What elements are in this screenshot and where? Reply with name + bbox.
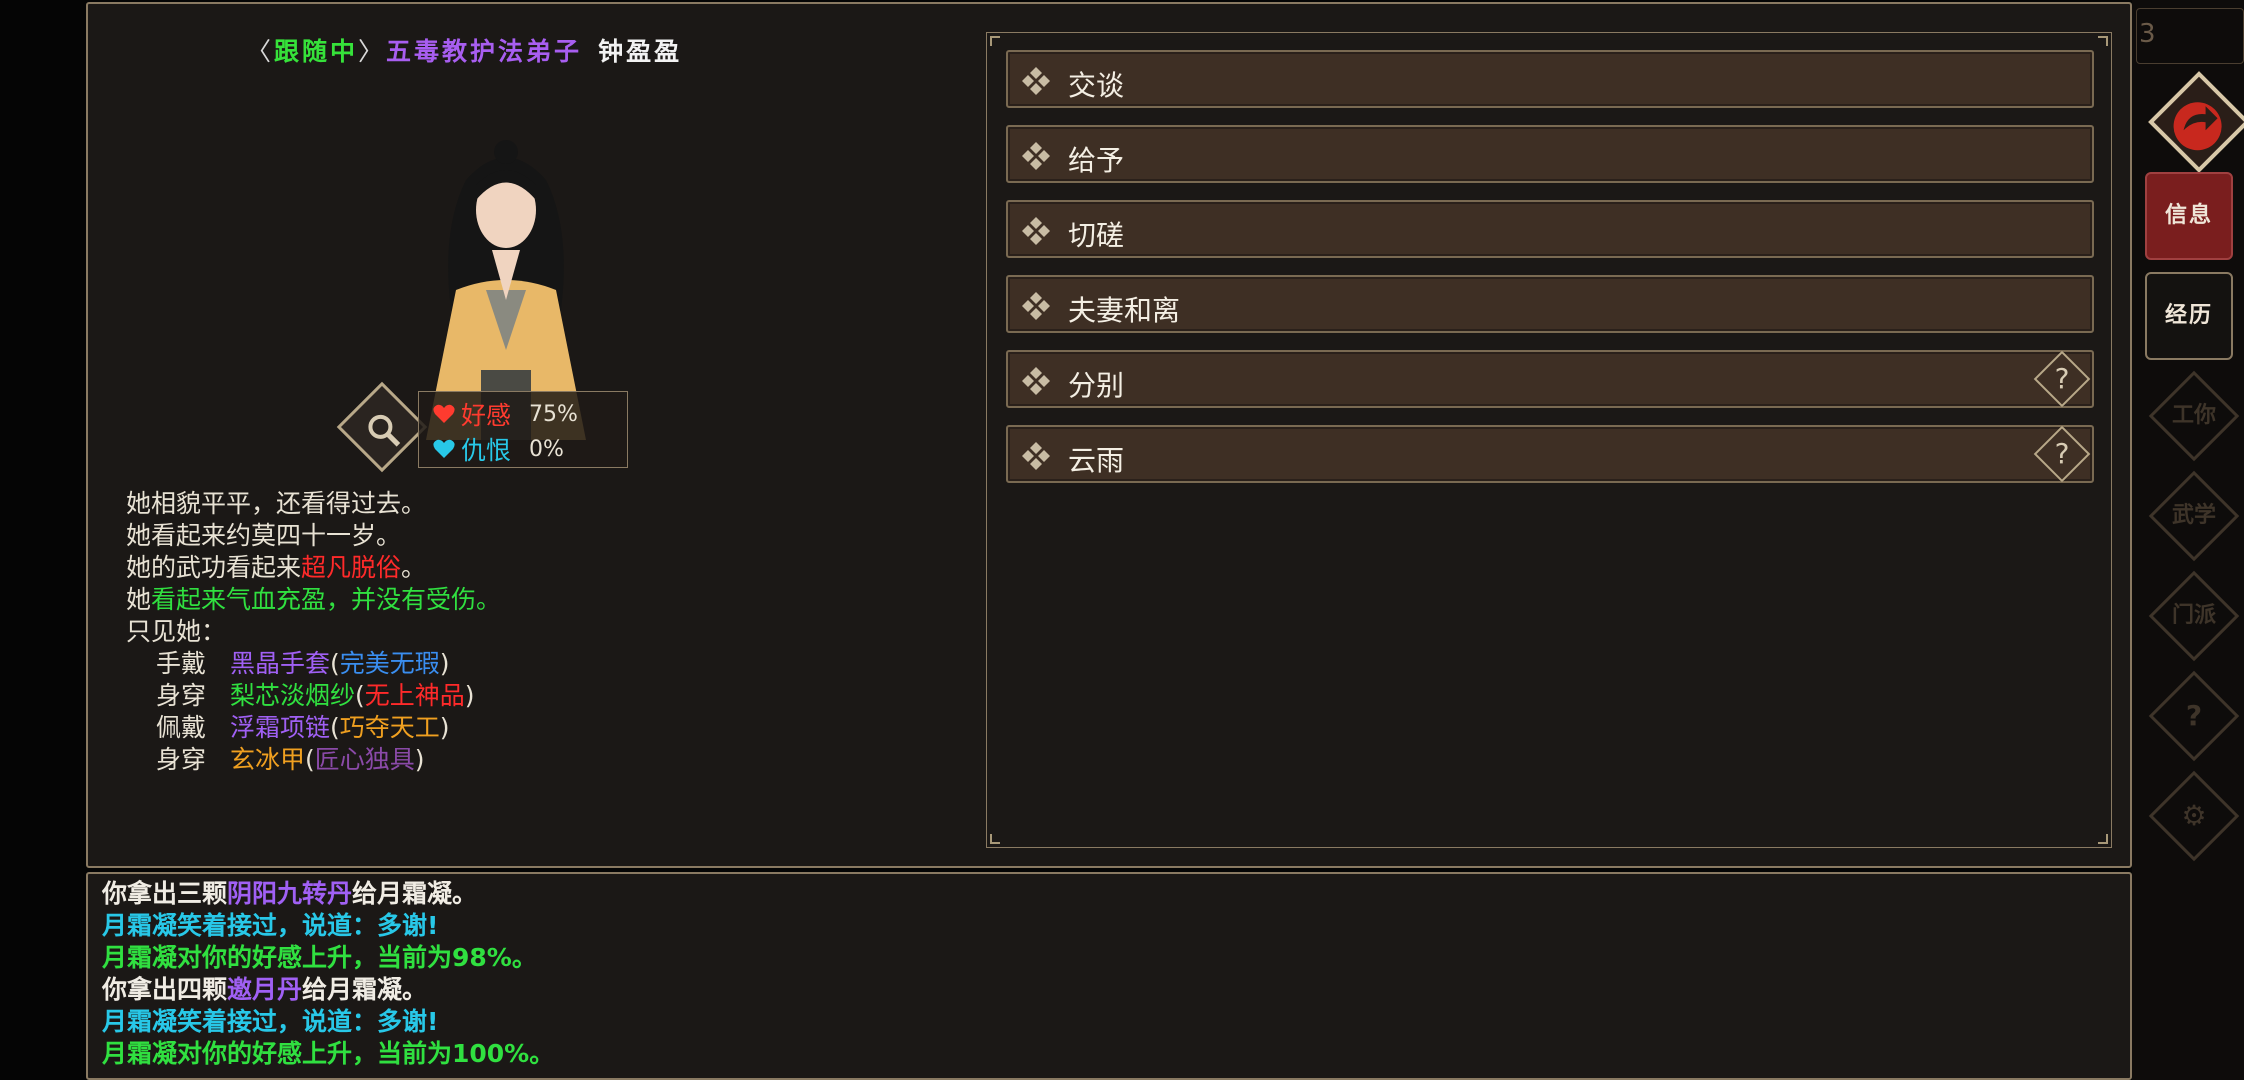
log-text: 你拿出四颗 [102,975,228,1004]
help-button[interactable]: ? [2033,425,2091,483]
martial-level: 超凡脱俗 [301,553,402,582]
affection-value: 75% [529,401,578,427]
log-line: 月霜凝笑着接过，说道：多谢! [102,911,439,940]
equipment-row: 手戴 黑晶手套(完美无瑕) [126,648,501,680]
paren: ( [355,681,365,710]
log-text: 给月霜凝。 [352,879,478,908]
desc-line: 她看起来约莫四十一岁。 [126,521,402,550]
diamond-cluster-icon [1022,367,1050,395]
desc-line: 她相貌平平，还看得过去。 [126,489,427,518]
log-text: 给月霜凝。 [302,975,428,1004]
tab-label: 门派 [2171,603,2216,628]
tab-label: 工你 [2171,403,2216,428]
option-label: 分别 [1068,369,1125,402]
hatred-row: 仇恨 0% [433,431,564,467]
top-counter: 3 [2136,8,2244,64]
heart-red-icon [433,404,455,423]
hatred-label: 仇恨 [461,436,512,465]
equip-slot: 佩戴 [156,713,207,742]
paren: ( [330,713,340,742]
diamond-cluster-icon [1022,292,1050,320]
diamond-cluster-icon [1022,442,1050,470]
diamond-cluster-icon [1022,67,1050,95]
equip-slot: 手戴 [156,649,207,678]
equip-item[interactable]: 梨芯淡烟纱 [230,681,355,710]
magnifier-icon [368,414,401,447]
relation-box: 好感 75% 仇恨 0% [418,391,628,468]
paren: ) [439,649,450,678]
log-line: 月霜凝对你的好感上升，当前为100%。 [102,1039,555,1068]
equip-slot: 身穿 [156,745,207,774]
paren: ) [414,745,425,774]
option-label: 交谈 [1068,69,1125,102]
equip-quality: 巧夺天工 [339,713,440,742]
log-line: 你拿出三颗阴阳九转丹给月霜凝。 [102,878,554,910]
option-label: 夫妻和离 [1068,294,1181,327]
option-give-button[interactable]: 给予 [1006,125,2094,183]
log-line: 月霜凝对你的好感上升，当前为98%。 [102,943,537,972]
log-text: 你拿出三颗 [102,879,228,908]
equipment-row: 佩戴 浮霜项链(巧夺天工) [126,712,501,744]
tab-info[interactable]: 信息 [2145,172,2233,260]
tab-history[interactable]: 经历 [2145,272,2233,360]
desc-line: 她的武功看起来超凡脱俗。 [126,552,501,584]
question-icon: ? [2054,362,2070,395]
log-line: 你拿出四颗邀月丹给月霜凝。 [102,974,554,1006]
desc-text: 。 [401,553,427,582]
sect-title: 五毒教护法弟子 [386,37,583,66]
equipment-row: 身穿 梨芯淡烟纱(无上神品) [126,680,501,712]
gear-icon: ⚙ [2181,799,2207,832]
affection-row: 好感 75% [433,396,578,432]
follow-status: 跟随中 [274,37,359,66]
equip-quality: 完美无瑕 [339,649,440,678]
counter-fragment: 3 [2139,19,2156,49]
equip-item[interactable]: 玄冰甲 [230,745,305,774]
desc-line: 她看起来气血充盈，并没有受伤。 [126,584,501,616]
heart-blue-icon [433,439,455,458]
message-log: 你拿出三颗阴阳九转丹给月霜凝。 月霜凝笑着接过，说道：多谢! 月霜凝对你的好感上… [102,878,554,1070]
option-intimacy-button[interactable]: 云雨 ? [1006,425,2094,483]
option-label: 给予 [1068,144,1125,177]
back-arrow-icon [2173,102,2222,151]
tab-label: 武学 [2171,503,2216,528]
equip-quality: 匠心独具 [314,745,415,774]
equip-slot: 身穿 [156,681,207,710]
log-item: 阴阳九转丹 [227,879,353,908]
question-icon: ? [2054,437,2070,470]
question-icon: ? [2185,699,2203,732]
equipment-row: 身穿 玄冰甲(匠心独具) [126,744,501,776]
hatred-value: 0% [529,436,564,462]
log-item: 邀月丹 [227,975,303,1004]
diamond-cluster-icon [1022,142,1050,170]
paren: ( [305,745,315,774]
paren: ) [439,713,450,742]
equip-item[interactable]: 浮霜项链 [230,713,330,742]
equip-quality: 无上神品 [364,681,465,710]
bracket-close: 〉 [358,37,387,66]
affection-label: 好感 [461,401,512,430]
option-spar-button[interactable]: 切磋 [1006,200,2094,258]
desc-text: 她 [126,585,152,614]
desc-line: 只见她： [126,617,227,646]
diamond-cluster-icon [1022,217,1050,245]
npc-description: 她相貌平平，还看得过去。 她看起来约莫四十一岁。 她的武功看起来超凡脱俗。 她看… [126,488,501,776]
health-status: 看起来气血充盈，并没有受伤。 [151,585,502,614]
option-divorce-button[interactable]: 夫妻和离 [1006,275,2094,333]
option-talk-button[interactable]: 交谈 [1006,50,2094,108]
log-line: 月霜凝笑着接过，说道：多谢! [102,1007,439,1036]
npc-name: 钟盈盈 [598,37,683,66]
npc-title: 〈跟随中〉五毒教护法弟子 钟盈盈 [246,32,682,68]
option-part-ways-button[interactable]: 分别 ? [1006,350,2094,408]
help-button[interactable]: ? [2033,350,2091,408]
desc-text: 她的武功看起来 [126,553,302,582]
option-label: 切磋 [1068,219,1125,252]
equip-item[interactable]: 黑晶手套 [230,649,330,678]
bracket-open: 〈 [246,37,275,66]
paren: ( [330,649,340,678]
option-label: 云雨 [1068,444,1125,477]
paren: ) [464,681,475,710]
